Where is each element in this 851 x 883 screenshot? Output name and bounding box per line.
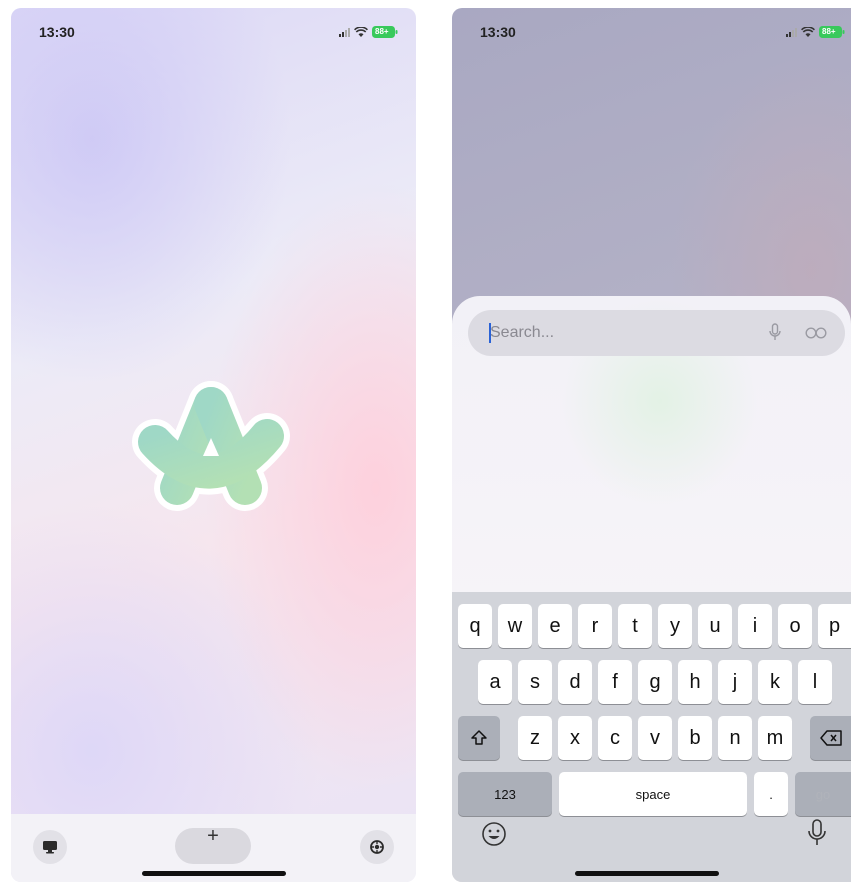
signal-icon xyxy=(786,27,797,37)
key-i[interactable]: i xyxy=(738,604,772,648)
key-f[interactable]: f xyxy=(598,660,632,704)
arc-logo xyxy=(131,380,291,520)
monitor-icon xyxy=(43,841,57,854)
home-indicator[interactable] xyxy=(575,871,719,876)
battery-level: 88+ xyxy=(375,27,389,36)
status-time: 13:30 xyxy=(39,24,75,40)
status-icons: 88+ xyxy=(339,26,398,38)
key-y[interactable]: y xyxy=(658,604,692,648)
plus-icon: + xyxy=(207,825,219,847)
wifi-icon xyxy=(801,26,815,38)
key-t[interactable]: t xyxy=(618,604,652,648)
key-r[interactable]: r xyxy=(578,604,612,648)
battery-icon: 88+ xyxy=(372,26,398,38)
key-l[interactable]: l xyxy=(798,660,832,704)
key-s[interactable]: s xyxy=(518,660,552,704)
delete-icon xyxy=(819,730,842,746)
shift-icon xyxy=(471,730,487,745)
dictation-mic-icon[interactable] xyxy=(807,818,827,853)
search-bar[interactable] xyxy=(468,310,845,356)
status-bar: 13:30 88+ xyxy=(11,24,416,44)
key-c[interactable]: c xyxy=(598,716,632,760)
shift-key[interactable] xyxy=(458,716,500,760)
key-q[interactable]: q xyxy=(458,604,492,648)
keyboard: q w e r t y u i o p a s d f g h j k l z xyxy=(452,592,851,882)
text-caret xyxy=(489,323,491,343)
battery-level: 88+ xyxy=(822,27,836,36)
new-tab-button[interactable]: + xyxy=(175,825,251,864)
key-w[interactable]: w xyxy=(498,604,532,648)
key-g[interactable]: g xyxy=(638,660,672,704)
key-o[interactable]: o xyxy=(778,604,812,648)
key-row-2: a s d f g h j k l xyxy=(452,660,851,704)
key-j[interactable]: j xyxy=(718,660,752,704)
key-a[interactable]: a xyxy=(478,660,512,704)
wifi-icon xyxy=(354,26,368,38)
bottom-toolbar: + xyxy=(11,814,416,882)
settings-icon xyxy=(370,840,384,854)
search-screen: 13:30 88+ q w e r xyxy=(452,8,851,882)
key-u[interactable]: u xyxy=(698,604,732,648)
key-b[interactable]: b xyxy=(678,716,712,760)
status-time: 13:30 xyxy=(480,24,516,40)
key-x[interactable]: x xyxy=(558,716,592,760)
key-k[interactable]: k xyxy=(758,660,792,704)
key-p[interactable]: p xyxy=(818,604,851,648)
home-indicator[interactable] xyxy=(141,871,286,876)
search-input[interactable] xyxy=(490,310,730,356)
battery-icon: 88+ xyxy=(819,26,845,38)
key-v[interactable]: v xyxy=(638,716,672,760)
emoji-icon[interactable] xyxy=(480,820,508,853)
settings-button[interactable] xyxy=(360,830,394,864)
signal-icon xyxy=(339,27,350,37)
home-screen: 13:30 88+ + xyxy=(11,8,416,882)
key-n[interactable]: n xyxy=(718,716,752,760)
keyboard-bottom-bar xyxy=(452,808,851,882)
delete-key[interactable] xyxy=(810,716,851,760)
status-bar: 13:30 88+ xyxy=(452,24,851,44)
key-row-3: z x c v b n m xyxy=(452,716,851,760)
key-m[interactable]: m xyxy=(758,716,792,760)
key-z[interactable]: z xyxy=(518,716,552,760)
key-e[interactable]: e xyxy=(538,604,572,648)
binoculars-icon[interactable] xyxy=(805,325,827,344)
spaces-button[interactable] xyxy=(33,830,67,864)
key-d[interactable]: d xyxy=(558,660,592,704)
mic-icon[interactable] xyxy=(769,323,781,346)
key-h[interactable]: h xyxy=(678,660,712,704)
status-icons: 88+ xyxy=(786,26,845,38)
key-row-1: q w e r t y u i o p xyxy=(452,604,851,648)
